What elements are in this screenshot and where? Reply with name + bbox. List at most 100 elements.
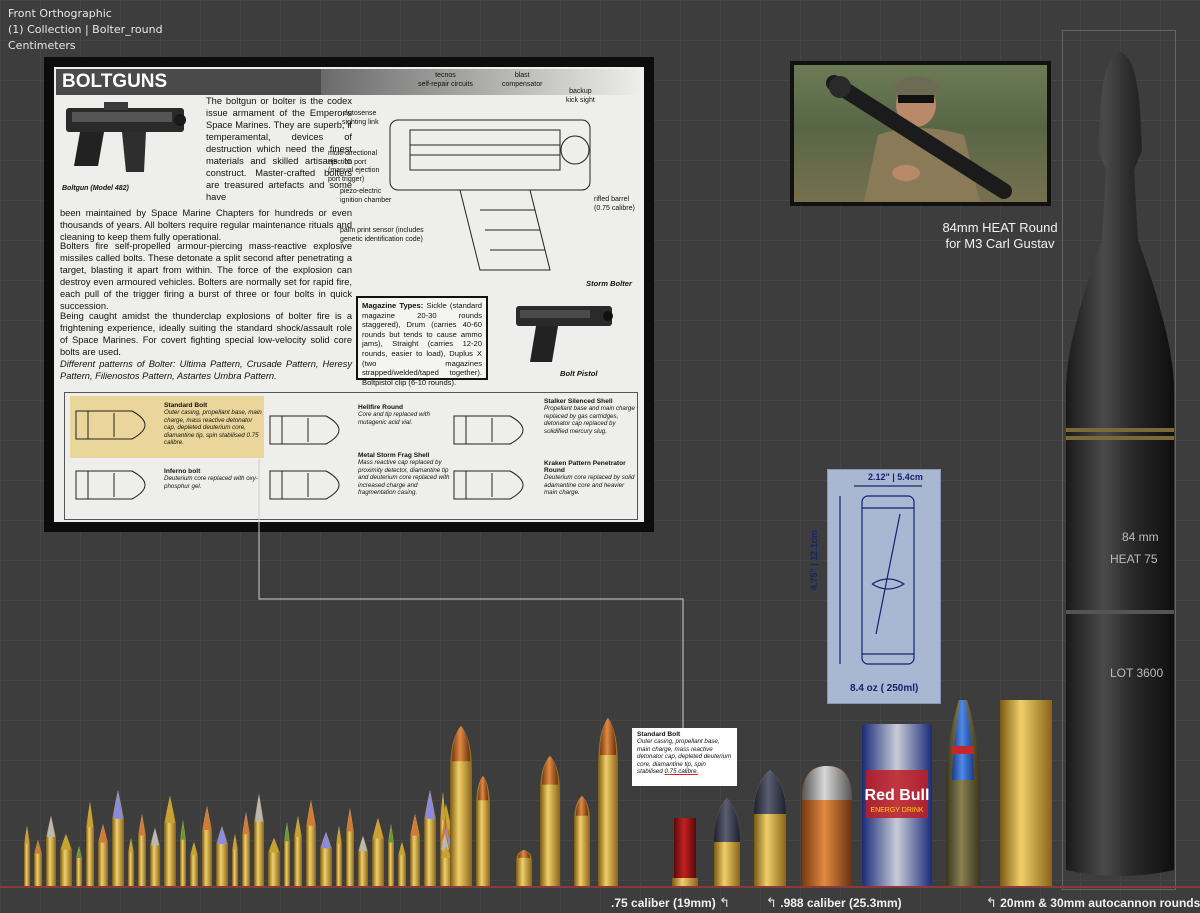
callout-connector [258,459,684,731]
bolt-stalker: Stalker Silenced Shell Propellant base a… [544,398,636,435]
can-width-label: 2.12" | 5.4cm [868,472,923,482]
autocannon-text: 20mm & 30mm autocannon rounds [1000,896,1200,910]
rifle-cartridge-tip [478,776,488,801]
cartridge-tip [139,814,145,836]
inferno-bolt-drawing [75,470,146,500]
label-tecnos: tecnos self-repair circuits [418,72,473,88]
rifle-cartridge-tip [600,718,616,755]
return-arrow-icon: ↰ [719,896,730,911]
soldier-figure [794,65,1047,202]
cartridge-tip [203,806,211,830]
rifle-cartridge-tip [576,796,588,816]
units-label: Centimeters [8,39,76,52]
heat-round-label: 84mm HEAT Round for M3 Carl Gustav [920,220,1080,252]
heavy-caliber-label: ↰ .988 caliber (25.3mm) [766,896,902,911]
can-volume-label: 8.4 oz ( 250ml) [850,683,919,694]
cartridge-tip [191,842,197,856]
cartridge-tip [151,828,159,846]
cartridge-tip [35,840,41,854]
cartridge-tip [243,812,249,835]
bolt-stalker-desc: Propellant base and main charge replaced… [544,405,635,435]
return-arrow-icon: ↰ [986,896,997,911]
viewport-info: Front Orthographic (1) Collection | Bolt… [8,6,163,54]
bolt-inferno-desc: Deuterium core replaced with oxy-phosphu… [164,475,258,490]
cartridge-tip [165,796,175,823]
heat-round-label-line2: for M3 Carl Gustav [945,236,1055,251]
can-brand-text: Red Bull [865,787,930,804]
bolt-inferno-title: Inferno bolt [164,468,201,475]
stalker-shell-drawing [453,415,524,445]
cartridge-tip [347,808,353,832]
cartridge-tip [307,800,315,826]
return-arrow-icon: ↰ [766,896,777,911]
can-height-label: 4.75" | 12.1cm [809,530,819,590]
bolt-hellfire: Hellfire Round Core and tip replaced wit… [358,404,450,426]
cartridge-tip [255,794,263,822]
hellfire-round-drawing [269,415,340,445]
cartridge-tip [373,818,383,839]
cartridge-tip [47,816,55,837]
codex-para2: Bolters fire self-propelled armour-pierc… [60,241,352,311]
heat-marking-2: HEAT 75 [1110,552,1158,566]
label-blast: blast compensator [502,72,543,88]
cartridge-tip [321,832,331,849]
cartridge-tip [425,790,435,819]
view-mode-label: Front Orthographic [8,7,112,20]
ground-line [0,886,1200,888]
magazine-types-box: Magazine Types: Sickle (standard magazin… [356,296,488,387]
heavy-caliber-text: .988 caliber (25.3mm) [780,896,902,910]
cartridge-tip [113,790,123,819]
codex-para1-top: The boltgun or bolter is the codex issue… [206,96,352,202]
can-sub-text: ENERGY DRINK [870,807,923,814]
label-piezo: piezo-electric ignition chamber [340,188,392,204]
codex-title: BOLTGUNS [56,69,321,95]
label-multi: multi-directional ejection port (manual … [328,150,380,183]
heat-round-label-line1: 84mm HEAT Round [942,220,1058,235]
bolt-caliber-label: .75 caliber (19mm) ↰ [611,896,730,911]
storm-bolter-diagram [389,119,591,271]
collection-label: (1) Collection | Bolter_round [8,23,163,36]
boltgun-caption: Boltgun (Model 482) [62,185,129,192]
label-storm-bolter: Storm Bolter [586,279,632,288]
bolt-pistol-caption: Bolt Pistol [560,369,598,378]
bolt-caliber-text: .75 caliber (19mm) [611,896,716,910]
cartridge-tip [359,836,367,851]
can-blueprint-drawing [839,485,922,665]
codex-para3: Being caught amidst the thunderclap expl… [60,311,352,357]
photo-scene [794,65,1047,202]
autocannon-label: ↰ 20mm & 30mm autocannon rounds [986,896,1200,911]
label-rifled: rifled barrel (0.75 calibre) [594,196,635,212]
cartridge-tip [217,826,227,844]
heat-round-model[interactable] [1064,30,1176,888]
heat-marking-1: 84 mm [1122,530,1159,544]
magazine-text: Sickle (standard magazine 20-30 rounds s… [362,301,482,387]
codex-para4: Different patterns of Bolter: Ultima Pat… [60,359,352,381]
magazine-title: Magazine Types: [362,301,424,310]
bolt-hellfire-desc: Core and tip replaced with mutagenic aci… [358,411,430,426]
bolt-pistol-illustration [516,306,613,362]
rifle-cartridge-tip [518,850,530,858]
cartridge-tip [87,802,93,828]
cartridge-tip [61,834,71,850]
standard-bolt-drawing [75,410,146,440]
label-autosense: autosense sighting link [342,110,379,126]
label-backup: backup kick sight [566,88,595,104]
codex-para1-rest: been maintained by Space Marine Chapters… [60,208,352,242]
bolt-standard-desc: Outer casing, propellant base, main char… [164,409,262,447]
rifle-cartridge-tip [452,726,470,762]
cartridge-tip [399,842,405,856]
cartridge-tip [411,814,419,836]
boltgun-illustration [66,102,186,172]
rifle-cartridge-tip [542,756,558,785]
cartridge-tip [269,838,279,853]
bolt-inferno: Inferno bolt Deuterium core replaced wit… [164,468,262,490]
bolt-stalker-title: Stalker Silenced Shell [544,398,613,405]
ammunition-lineup: Red Bull ENERGY DRINK [24,700,1052,886]
bolt-standard: Standard Bolt Outer casing, propellant b… [164,402,262,447]
heat-lot-marking: LOT 3600 [1110,666,1164,680]
bolt-hellfire-title: Hellfire Round [358,404,404,411]
cartridge-tip [99,824,107,843]
bolt-standard-title: Standard Bolt [164,402,208,409]
cartridge-tip [295,816,301,837]
label-palm: palm print sensor (includes genetic iden… [340,227,424,243]
